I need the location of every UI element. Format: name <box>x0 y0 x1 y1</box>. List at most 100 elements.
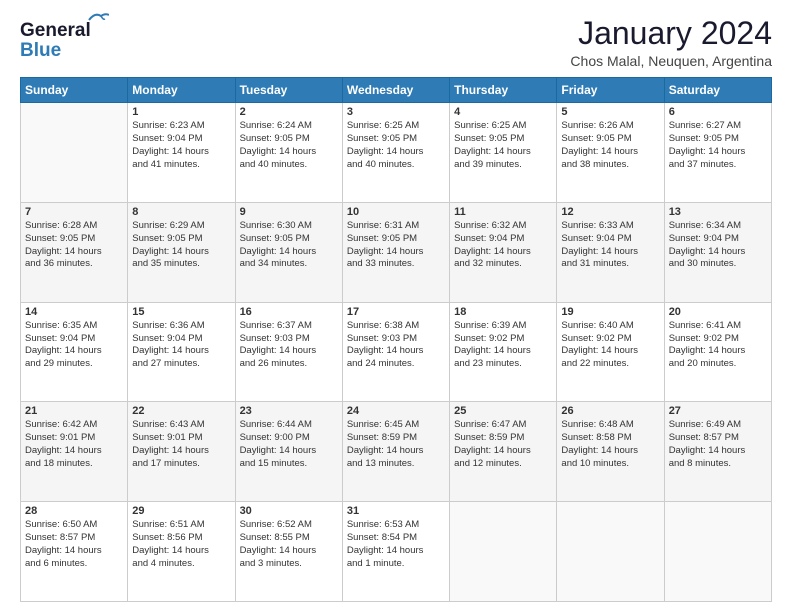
cell-info: Sunrise: 6:51 AM Sunset: 8:56 PM Dayligh… <box>132 519 230 570</box>
cell-info: Sunrise: 6:31 AM Sunset: 9:05 PM Dayligh… <box>347 220 445 271</box>
day-number: 17 <box>347 306 445 318</box>
calendar-cell: 24 Sunrise: 6:45 AM Sunset: 8:59 PM Dayli… <box>342 402 449 502</box>
cell-info: Sunrise: 6:35 AM Sunset: 9:04 PM Dayligh… <box>25 320 123 371</box>
cell-info: Sunrise: 6:53 AM Sunset: 8:54 PM Dayligh… <box>347 519 445 570</box>
calendar-cell: 20 Sunrise: 6:41 AM Sunset: 9:02 PM Dayli… <box>664 302 771 402</box>
header: General Blue January 2024 Chos Malal, Ne… <box>20 16 772 69</box>
calendar-week-row: 21 Sunrise: 6:42 AM Sunset: 9:01 PM Dayli… <box>21 402 772 502</box>
cell-info: Sunrise: 6:33 AM Sunset: 9:04 PM Dayligh… <box>561 220 659 271</box>
calendar-cell: 7 Sunrise: 6:28 AM Sunset: 9:05 PM Daylig… <box>21 202 128 302</box>
calendar-cell: 30 Sunrise: 6:52 AM Sunset: 8:55 PM Dayli… <box>235 502 342 602</box>
day-number: 3 <box>347 106 445 118</box>
cell-info: Sunrise: 6:24 AM Sunset: 9:05 PM Dayligh… <box>240 120 338 171</box>
calendar-cell: 28Sunrise: 6:50 AM Sunset: 8:57 PM Dayli… <box>21 502 128 602</box>
calendar-cell <box>450 502 557 602</box>
day-number: 25 <box>454 405 552 417</box>
day-number: 8 <box>132 206 230 218</box>
calendar-cell: 5 Sunrise: 6:26 AM Sunset: 9:05 PM Daylig… <box>557 103 664 203</box>
calendar-cell: 6 Sunrise: 6:27 AM Sunset: 9:05 PM Daylig… <box>664 103 771 203</box>
calendar-cell: 1Sunrise: 6:23 AM Sunset: 9:04 PM Daylig… <box>128 103 235 203</box>
calendar-cell: 27 Sunrise: 6:49 AM Sunset: 8:57 PM Dayli… <box>664 402 771 502</box>
month-title: January 2024 <box>570 16 772 51</box>
day-number: 10 <box>347 206 445 218</box>
calendar-cell: 3Sunrise: 6:25 AM Sunset: 9:05 PM Daylig… <box>342 103 449 203</box>
calendar-cell: 14 Sunrise: 6:35 AM Sunset: 9:04 PM Dayli… <box>21 302 128 402</box>
calendar-cell: 11Sunrise: 6:32 AM Sunset: 9:04 PM Dayli… <box>450 202 557 302</box>
calendar-week-row: 7 Sunrise: 6:28 AM Sunset: 9:05 PM Daylig… <box>21 202 772 302</box>
day-number: 24 <box>347 405 445 417</box>
day-header-friday: Friday <box>557 78 664 103</box>
page: General Blue January 2024 Chos Malal, Ne… <box>0 0 792 612</box>
title-area: January 2024 Chos Malal, Neuquen, Argent… <box>570 16 772 69</box>
calendar-cell: 9 Sunrise: 6:30 AM Sunset: 9:05 PM Daylig… <box>235 202 342 302</box>
cell-info: Sunrise: 6:32 AM Sunset: 9:04 PM Dayligh… <box>454 220 552 271</box>
cell-info: Sunrise: 6:41 AM Sunset: 9:02 PM Dayligh… <box>669 320 767 371</box>
cell-info: Sunrise: 6:39 AM Sunset: 9:02 PM Dayligh… <box>454 320 552 371</box>
day-number: 9 <box>240 206 338 218</box>
day-number: 26 <box>561 405 659 417</box>
day-number: 18 <box>454 306 552 318</box>
calendar-cell: 25 Sunrise: 6:47 AM Sunset: 8:59 PM Dayli… <box>450 402 557 502</box>
day-number: 2 <box>240 106 338 118</box>
calendar-table: SundayMondayTuesdayWednesdayThursdayFrid… <box>20 77 772 602</box>
cell-info: Sunrise: 6:45 AM Sunset: 8:59 PM Dayligh… <box>347 419 445 470</box>
cell-info: Sunrise: 6:30 AM Sunset: 9:05 PM Dayligh… <box>240 220 338 271</box>
cell-info: Sunrise: 6:48 AM Sunset: 8:58 PM Dayligh… <box>561 419 659 470</box>
day-header-thursday: Thursday <box>450 78 557 103</box>
calendar-cell: 22Sunrise: 6:43 AM Sunset: 9:01 PM Dayli… <box>128 402 235 502</box>
day-number: 23 <box>240 405 338 417</box>
day-header-sunday: Sunday <box>21 78 128 103</box>
calendar-cell: 2 Sunrise: 6:24 AM Sunset: 9:05 PM Daylig… <box>235 103 342 203</box>
day-header-saturday: Saturday <box>664 78 771 103</box>
calendar-cell: 19 Sunrise: 6:40 AM Sunset: 9:02 PM Dayli… <box>557 302 664 402</box>
cell-info: Sunrise: 6:25 AM Sunset: 9:05 PM Dayligh… <box>454 120 552 171</box>
cell-info: Sunrise: 6:23 AM Sunset: 9:04 PM Dayligh… <box>132 120 230 171</box>
day-number: 31 <box>347 505 445 517</box>
calendar-cell: 8 Sunrise: 6:29 AM Sunset: 9:05 PM Daylig… <box>128 202 235 302</box>
logo-blue: Blue <box>20 40 61 62</box>
calendar-cell: 16 Sunrise: 6:37 AM Sunset: 9:03 PM Dayli… <box>235 302 342 402</box>
cell-info: Sunrise: 6:29 AM Sunset: 9:05 PM Dayligh… <box>132 220 230 271</box>
cell-info: Sunrise: 6:36 AM Sunset: 9:04 PM Dayligh… <box>132 320 230 371</box>
cell-info: Sunrise: 6:42 AM Sunset: 9:01 PM Dayligh… <box>25 419 123 470</box>
cell-info: Sunrise: 6:43 AM Sunset: 9:01 PM Dayligh… <box>132 419 230 470</box>
cell-info: Sunrise: 6:27 AM Sunset: 9:05 PM Dayligh… <box>669 120 767 171</box>
cell-info: Sunrise: 6:26 AM Sunset: 9:05 PM Dayligh… <box>561 120 659 171</box>
day-number: 19 <box>561 306 659 318</box>
cell-info: Sunrise: 6:47 AM Sunset: 8:59 PM Dayligh… <box>454 419 552 470</box>
day-number: 20 <box>669 306 767 318</box>
day-number: 7 <box>25 206 123 218</box>
day-number: 5 <box>561 106 659 118</box>
cell-info: Sunrise: 6:50 AM Sunset: 8:57 PM Dayligh… <box>25 519 123 570</box>
cell-info: Sunrise: 6:28 AM Sunset: 9:05 PM Dayligh… <box>25 220 123 271</box>
day-number: 21 <box>25 405 123 417</box>
logo-bird-icon <box>87 12 109 28</box>
day-number: 27 <box>669 405 767 417</box>
calendar-cell: 12 Sunrise: 6:33 AM Sunset: 9:04 PM Dayli… <box>557 202 664 302</box>
cell-info: Sunrise: 6:44 AM Sunset: 9:00 PM Dayligh… <box>240 419 338 470</box>
cell-info: Sunrise: 6:37 AM Sunset: 9:03 PM Dayligh… <box>240 320 338 371</box>
calendar-cell: 4 Sunrise: 6:25 AM Sunset: 9:05 PM Daylig… <box>450 103 557 203</box>
day-header-monday: Monday <box>128 78 235 103</box>
location: Chos Malal, Neuquen, Argentina <box>570 53 772 69</box>
calendar-week-row: 14 Sunrise: 6:35 AM Sunset: 9:04 PM Dayli… <box>21 302 772 402</box>
calendar-cell: 26 Sunrise: 6:48 AM Sunset: 8:58 PM Dayli… <box>557 402 664 502</box>
day-number: 4 <box>454 106 552 118</box>
calendar-week-row: 1Sunrise: 6:23 AM Sunset: 9:04 PM Daylig… <box>21 103 772 203</box>
calendar-cell <box>557 502 664 602</box>
calendar-cell <box>21 103 128 203</box>
day-number: 6 <box>669 106 767 118</box>
day-number: 29 <box>132 505 230 517</box>
cell-info: Sunrise: 6:52 AM Sunset: 8:55 PM Dayligh… <box>240 519 338 570</box>
day-number: 14 <box>25 306 123 318</box>
day-number: 30 <box>240 505 338 517</box>
day-number: 13 <box>669 206 767 218</box>
day-number: 12 <box>561 206 659 218</box>
cell-info: Sunrise: 6:40 AM Sunset: 9:02 PM Dayligh… <box>561 320 659 371</box>
day-number: 16 <box>240 306 338 318</box>
day-header-tuesday: Tuesday <box>235 78 342 103</box>
calendar-cell: 15Sunrise: 6:36 AM Sunset: 9:04 PM Dayli… <box>128 302 235 402</box>
calendar-cell: 31 Sunrise: 6:53 AM Sunset: 8:54 PM Dayli… <box>342 502 449 602</box>
cell-info: Sunrise: 6:49 AM Sunset: 8:57 PM Dayligh… <box>669 419 767 470</box>
calendar-cell: 13Sunrise: 6:34 AM Sunset: 9:04 PM Dayli… <box>664 202 771 302</box>
